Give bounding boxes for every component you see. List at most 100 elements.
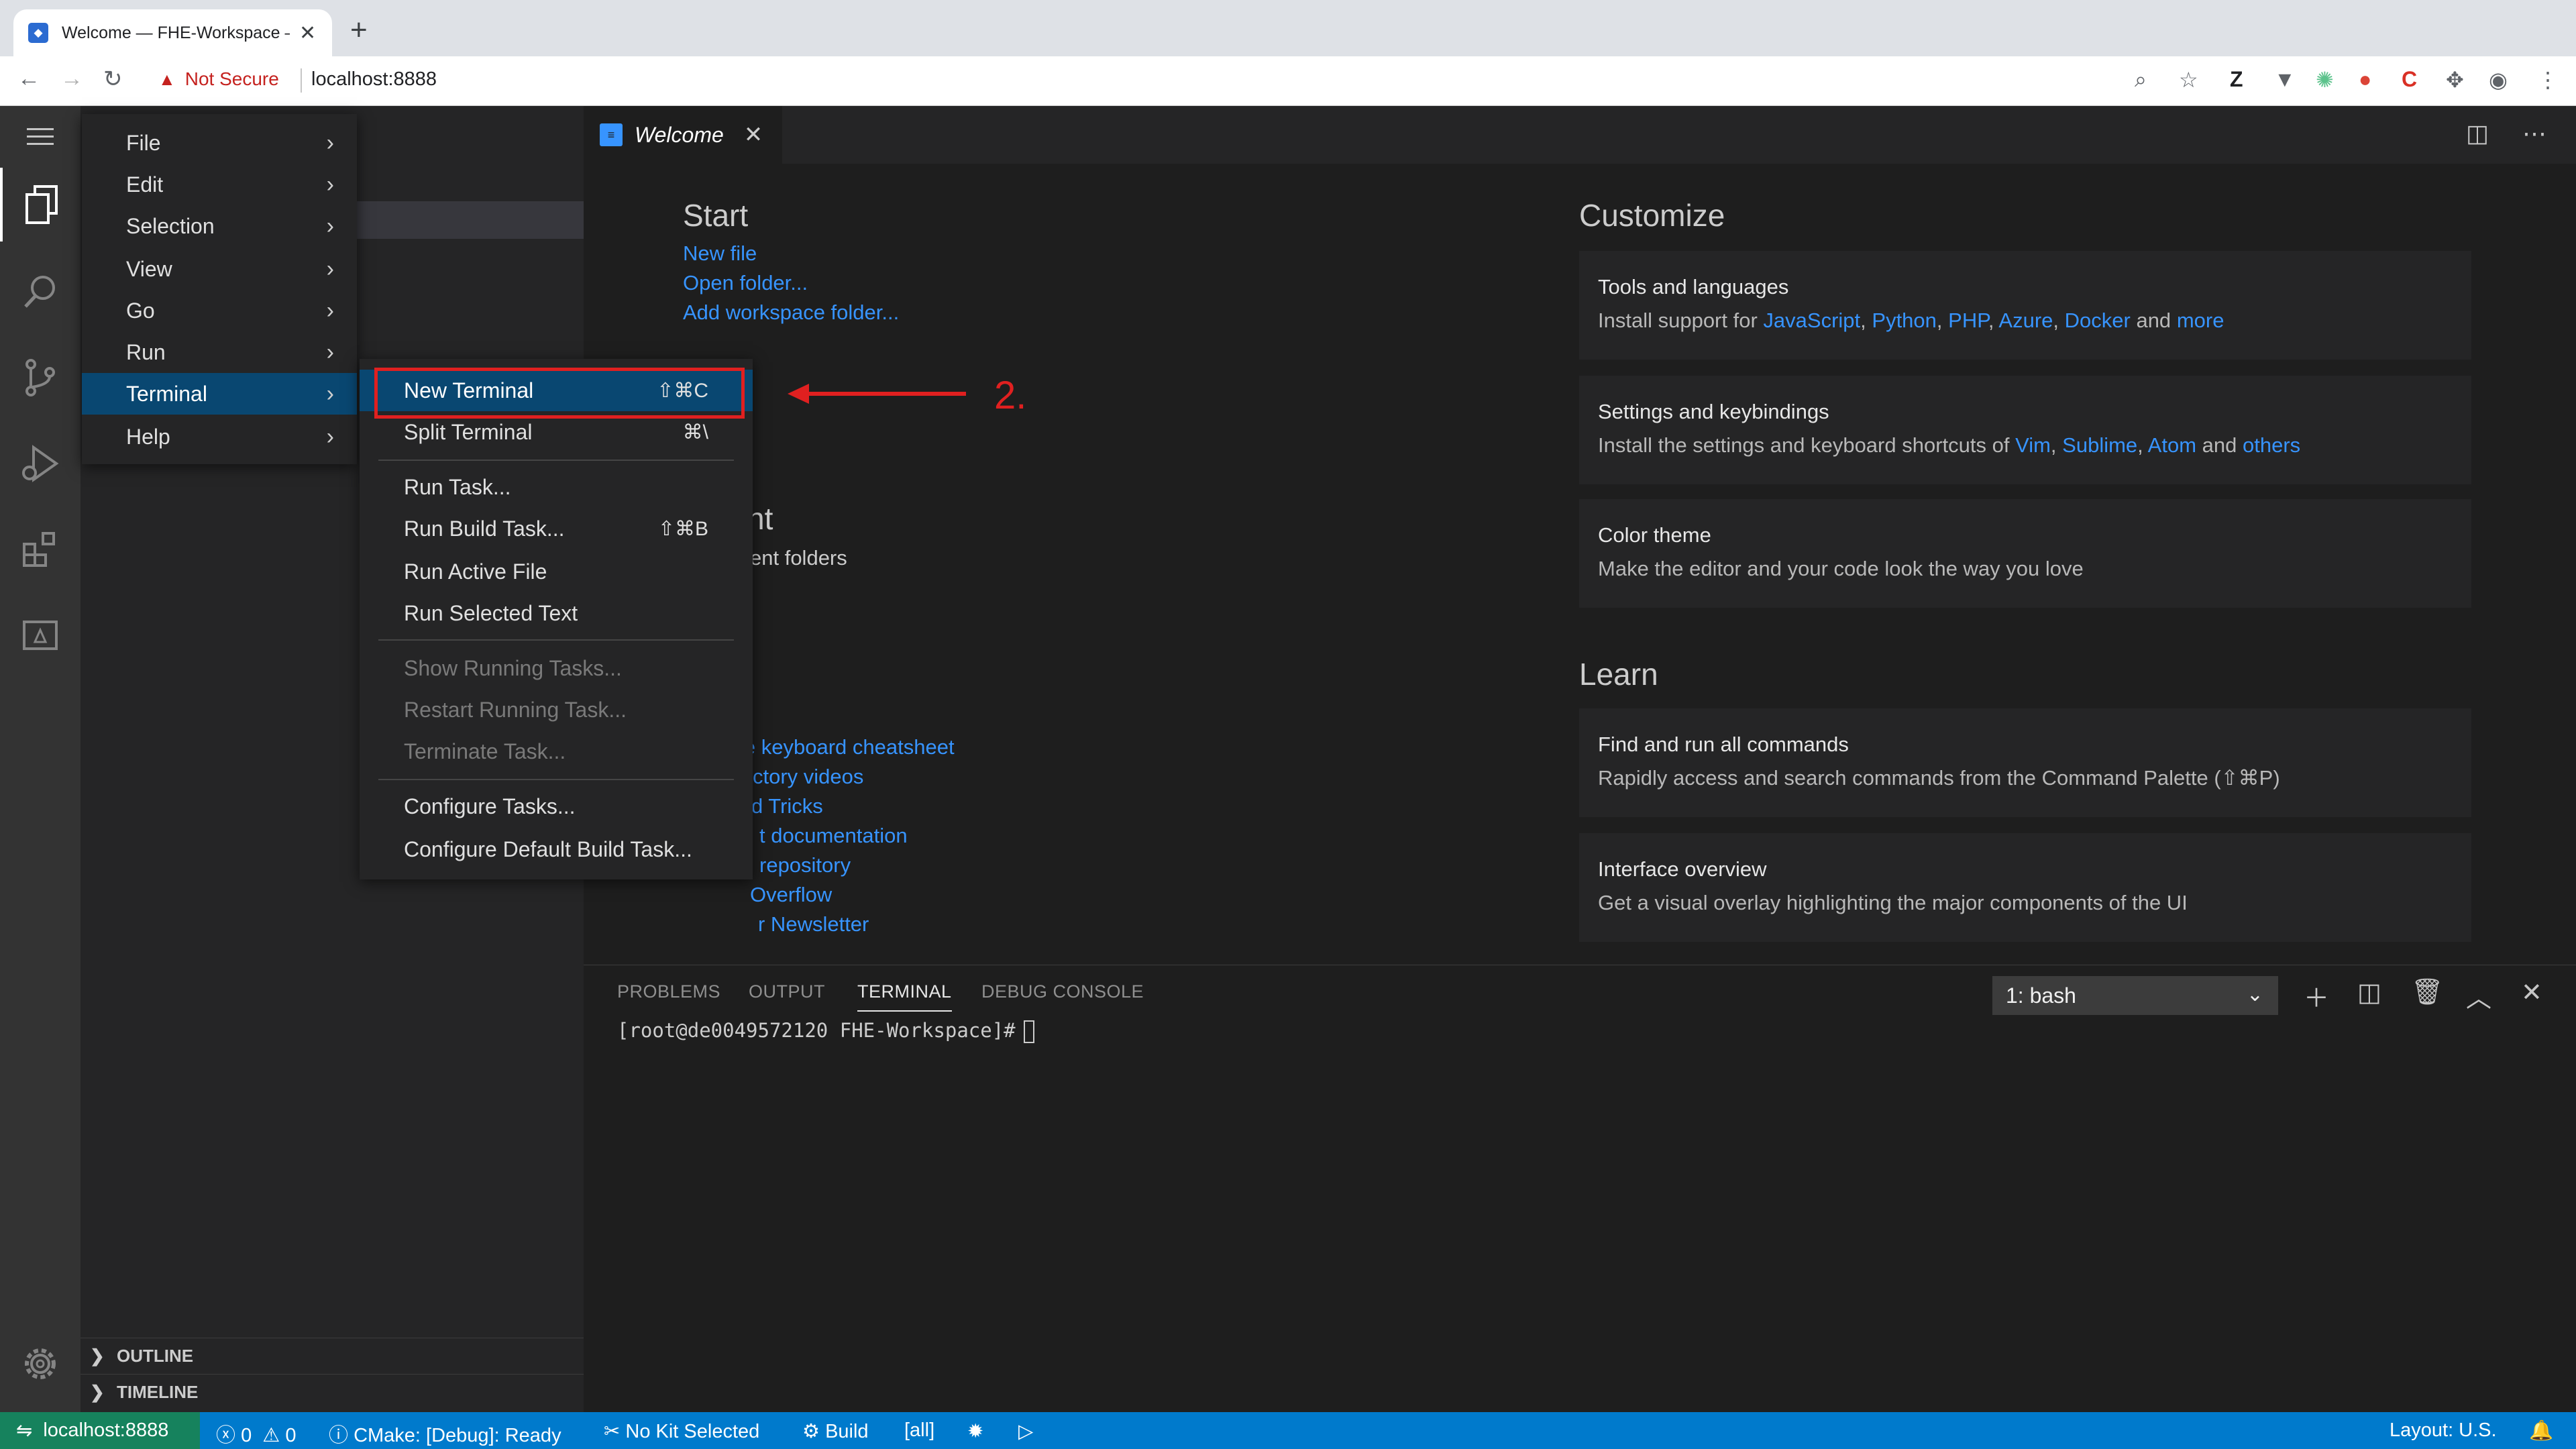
kit-status[interactable]: ✂ No Kit Selected	[604, 1419, 759, 1443]
help-link-intro-videos[interactable]: ctory videos	[753, 765, 863, 789]
remote-explorer-icon[interactable]	[0, 598, 80, 672]
zoom-icon[interactable]: ⌕	[2135, 67, 2147, 93]
split-editor-icon[interactable]: ◫	[2466, 119, 2489, 148]
back-icon[interactable]: ←	[17, 66, 40, 92]
menu-item-edit[interactable]: Edit ›	[82, 164, 357, 205]
extensions-puzzle-icon[interactable]: ✥	[2446, 67, 2464, 93]
sublime-link[interactable]: Sublime	[2062, 433, 2137, 457]
settings-keybindings-card[interactable]: Settings and keybindings Install the set…	[1579, 376, 2471, 484]
url-field[interactable]: localhost:8888	[311, 68, 437, 91]
extension-color-icon[interactable]: ●	[2359, 67, 2371, 92]
reload-icon[interactable]: ↻	[103, 66, 123, 93]
close-panel-icon[interactable]: ✕	[2521, 977, 2542, 1008]
run-debug-icon[interactable]	[0, 427, 80, 500]
color-theme-card[interactable]: Color theme Make the editor and your cod…	[1579, 499, 2471, 608]
more-actions-icon[interactable]: ⋯	[2522, 119, 2546, 148]
tab-terminal[interactable]: TERMINAL	[857, 981, 952, 1012]
others-link[interactable]: others	[2243, 433, 2300, 457]
menu-item-view[interactable]: View ›	[82, 248, 357, 290]
card-title: Interface overview	[1598, 857, 1767, 881]
tab-problems[interactable]: PROBLEMS	[617, 981, 720, 1002]
browser-tab[interactable]: ◆ Welcome — FHE-Workspace — ... ✕	[13, 9, 332, 56]
browser-menu-icon[interactable]: ⋮	[2537, 67, 2559, 93]
javascript-link[interactable]: JavaScript	[1763, 309, 1860, 332]
add-workspace-folder-link[interactable]: Add workspace folder...	[683, 301, 899, 325]
docker-link[interactable]: Docker	[2065, 309, 2131, 332]
atom-link[interactable]: Atom	[2148, 433, 2196, 457]
new-file-link[interactable]: New file	[683, 241, 757, 266]
menu-item-configure-default-build-task[interactable]: Configure Default Build Task...	[360, 828, 753, 870]
problems-status[interactable]: ⓧ 0 ⚠ 0	[216, 1419, 296, 1448]
not-secure-badge[interactable]: ▲ Not Secure	[158, 68, 279, 90]
help-link-keyboard-cheatsheet[interactable]: le keyboard cheatsheet	[739, 735, 955, 759]
menu-item-terminate-task: Terminate Task...	[404, 739, 566, 763]
menu-item-selection[interactable]: Selection ›	[82, 205, 357, 247]
menu-item-file[interactable]: File ›	[82, 122, 357, 164]
tab-close-icon[interactable]: ✕	[744, 121, 763, 148]
maximize-panel-chevron-up-icon[interactable]: ︿	[2466, 977, 2491, 1014]
remote-indicator[interactable]: ⇋ localhost:8888	[0, 1412, 200, 1449]
menu-item-go[interactable]: Go ›	[82, 290, 357, 331]
php-link[interactable]: PHP	[1948, 309, 1988, 332]
tab-debug-console[interactable]: DEBUG CONSOLE	[981, 981, 1144, 1002]
notifications-bell-icon[interactable]: 🔔	[2529, 1419, 2553, 1442]
extension-bug-icon[interactable]: ✺	[2316, 67, 2334, 93]
run-play-icon[interactable]: ▷	[1018, 1419, 1033, 1443]
timeline-section-header[interactable]: ❯ TIMELINE	[80, 1374, 584, 1410]
more-link[interactable]: more	[2177, 309, 2224, 332]
card-description: Get a visual overlay highlighting the ma…	[1598, 891, 2188, 914]
extension-z-icon[interactable]: Z	[2230, 67, 2243, 92]
build-target[interactable]: [all]	[904, 1419, 934, 1442]
python-link[interactable]: Python	[1872, 309, 1937, 332]
find-run-commands-card[interactable]: Find and run all commands Rapidly access…	[1579, 708, 2471, 817]
forward-icon[interactable]: →	[60, 66, 83, 92]
azure-link[interactable]: Azure	[1998, 309, 2053, 332]
menu-item-run-task[interactable]: Run Task...	[360, 466, 753, 508]
annotation-arrow-icon	[788, 384, 966, 404]
help-link-newsletter[interactable]: r Newsletter	[758, 912, 869, 936]
help-link-documentation[interactable]: t documentation	[759, 824, 908, 848]
menu-item-terminal[interactable]: Terminal ›	[82, 373, 357, 415]
recent-folders-text: ent folders	[750, 546, 847, 570]
debug-bug-icon[interactable]: ✹	[967, 1419, 983, 1443]
build-button[interactable]: ⚙ Build	[802, 1419, 869, 1443]
explorer-icon[interactable]	[0, 168, 80, 241]
browser-tab-close-icon[interactable]: ✕	[299, 21, 316, 45]
menu-item-run[interactable]: Run ›	[82, 331, 357, 373]
tab-welcome[interactable]: ≡ Welcome ✕	[584, 106, 782, 164]
extensions-icon[interactable]	[0, 513, 80, 586]
menu-item-help[interactable]: Help ›	[82, 416, 357, 458]
help-link-stack-overflow[interactable]: Overflow	[750, 883, 832, 907]
outline-section-header[interactable]: ❯ OUTLINE	[80, 1338, 584, 1374]
selected-tree-item[interactable]	[356, 201, 584, 239]
terminal-select[interactable]: 1: bash ⌄	[1992, 976, 2278, 1015]
new-terminal-icon[interactable]: ＋	[2304, 977, 2329, 1014]
menu-item-run-build-task[interactable]: Run Build Task... ⇧⌘B	[360, 508, 753, 549]
hamburger-menu-icon[interactable]	[0, 106, 80, 168]
help-link-tips-tricks[interactable]: d Tricks	[751, 794, 823, 818]
kill-terminal-trash-icon[interactable]: 🗑	[2411, 977, 2443, 1007]
bookmark-star-icon[interactable]: ☆	[2179, 67, 2198, 93]
split-terminal-icon[interactable]: ◫	[2357, 977, 2381, 1008]
keyboard-layout[interactable]: Layout: U.S.	[2390, 1419, 2497, 1442]
tab-output[interactable]: OUTPUT	[749, 981, 825, 1002]
interface-overview-card[interactable]: Interface overview Get a visual overlay …	[1579, 833, 2471, 942]
menu-item-run-selected-text[interactable]: Run Selected Text	[360, 592, 753, 634]
browser-tab-title: Welcome — FHE-Workspace — ...	[62, 23, 290, 42]
cmake-status[interactable]: ⓘ CMake: [Debug]: Ready	[329, 1419, 561, 1448]
help-link-repository[interactable]: repository	[759, 853, 851, 877]
menu-item-run-active-file[interactable]: Run Active File	[360, 551, 753, 592]
learn-heading: Learn	[1579, 657, 1658, 692]
menu-item-configure-tasks[interactable]: Configure Tasks...	[360, 786, 753, 827]
extension-c-icon[interactable]: C	[2402, 67, 2417, 92]
settings-gear-icon[interactable]	[0, 1327, 80, 1401]
source-control-icon[interactable]	[0, 341, 80, 415]
search-icon[interactable]	[0, 255, 80, 329]
open-folder-link[interactable]: Open folder...	[683, 271, 808, 295]
new-tab-button[interactable]: +	[350, 13, 368, 47]
vim-link[interactable]: Vim	[2015, 433, 2051, 457]
tools-languages-card[interactable]: Tools and languages Install support for …	[1579, 251, 2471, 360]
extension-v-icon[interactable]: ▼	[2274, 67, 2296, 92]
terminal-output[interactable]: [root@de0049572120 FHE-Workspace]#	[617, 1019, 1034, 1043]
profile-avatar-icon[interactable]: ◉	[2489, 67, 2508, 93]
